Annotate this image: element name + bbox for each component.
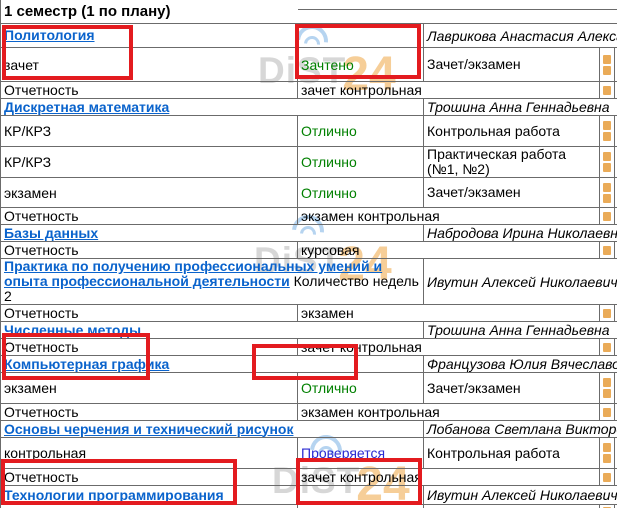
table-row: Политология Лаврикова Анастасия Алекса xyxy=(1,24,617,48)
clipped-text-fragment xyxy=(600,373,615,404)
report-value: экзамен контрольная xyxy=(298,208,600,225)
subject-link-discrete-math[interactable]: Дискретная математика xyxy=(4,99,169,115)
report-label: Отчетность xyxy=(1,208,298,225)
control-type: КР/КРЗ xyxy=(1,147,298,178)
table-row: контрольная Проверяется Контрольная рабо… xyxy=(1,438,617,469)
report-label: Отчетность xyxy=(1,404,298,421)
table-row: Технологии программирования Ивутин Алекс… xyxy=(1,486,617,505)
subject-link-drawing-basics[interactable]: Основы черчения и технический рисунок xyxy=(4,421,293,437)
grade-value: Проверяется xyxy=(298,438,424,469)
report-value: экзамен xyxy=(298,305,600,322)
subject-cell: Компьютерная графика xyxy=(1,356,424,373)
table-row: КР/КРЗ Отлично Практическая работа (№1, … xyxy=(1,147,617,178)
subject-link-computer-graphics[interactable]: Компьютерная графика xyxy=(4,356,169,372)
grade-value: Отлично xyxy=(298,178,424,208)
teacher-name: Французова Юлия Вячеславовн xyxy=(424,356,617,373)
report-label: Отчетность xyxy=(1,469,298,486)
grade-value: Отлично xyxy=(298,147,424,178)
teacher-name: Лаврикова Анастасия Алекса xyxy=(424,24,617,48)
work-type: Контрольная работа xyxy=(424,438,600,469)
report-value: зачет контрольная xyxy=(298,82,600,99)
control-type: зачет xyxy=(1,505,298,508)
clipped-text-fragment xyxy=(600,242,615,259)
control-type: экзамен xyxy=(1,373,298,404)
work-type: Зачет/экзамен xyxy=(424,373,600,404)
teacher-name: Трошина Анна Геннадьевна xyxy=(424,322,617,339)
clipped-text-fragment xyxy=(600,116,615,147)
table-row: Дискретная математика Трошина Анна Генна… xyxy=(1,99,617,116)
table-row: Основы черчения и технический рисунок Ло… xyxy=(1,421,617,438)
clipped-border-segment xyxy=(298,9,617,10)
subject-cell: Базы данных xyxy=(1,225,424,242)
clipped-text-fragment xyxy=(600,469,615,486)
clipped-text-fragment xyxy=(600,147,615,178)
table-row: Отчетность экзамен контрольная xyxy=(1,208,617,225)
report-label: Отчетность xyxy=(1,305,298,322)
table-row: экзамен Отлично Зачет/экзамен xyxy=(1,178,617,208)
subject-cell: Политология xyxy=(1,24,424,48)
clipped-text-fragment xyxy=(600,505,615,508)
semester-grades-table: Политология Лаврикова Анастасия Алекса з… xyxy=(0,23,617,508)
table-row: Отчетность курсовая xyxy=(1,242,617,259)
grade-value: Отлично xyxy=(298,116,424,147)
report-label: Отчетность xyxy=(1,82,298,99)
clipped-text-fragment xyxy=(600,48,615,82)
teacher-name: Набродова Ирина Николаевна xyxy=(424,225,617,242)
control-type: зачет xyxy=(1,48,298,82)
report-label: Отчетность xyxy=(1,242,298,259)
semester-grades-page: 1 семестр (1 по плану) DiST24 DiST24 DiS… xyxy=(0,0,617,508)
clipped-text-fragment xyxy=(600,82,615,99)
teacher-name: Ивутин Алексей Николаевич xyxy=(424,486,617,505)
work-type: Контрольная работа xyxy=(424,116,600,147)
report-value: экзамен контрольная xyxy=(298,404,600,421)
teacher-name: Ивутин Алексей Николаевич xyxy=(424,259,617,305)
report-value: курсовая xyxy=(298,242,600,259)
subject-cell: Технологии программирования xyxy=(1,486,424,505)
table-row: Компьютерная графика Французова Юлия Вяч… xyxy=(1,356,617,373)
subject-link-politology[interactable]: Политология xyxy=(4,27,95,43)
subject-cell: Основы черчения и технический рисунок xyxy=(1,421,424,438)
control-type: КР/КРЗ xyxy=(1,116,298,147)
table-row: Отчетность экзамен xyxy=(1,305,617,322)
grade-value: Отлично xyxy=(298,373,424,404)
work-type: Зачет xyxy=(424,505,600,508)
teacher-name: Трошина Анна Геннадьевна xyxy=(424,99,617,116)
subject-cell: Практика по получению профессиональных у… xyxy=(1,259,424,305)
table-row: Отчетность экзамен контрольная xyxy=(1,404,617,421)
table-row: Практика по получению профессиональных у… xyxy=(1,259,617,305)
grade-value: Зачтено xyxy=(298,48,424,82)
semester-title: 1 семестр (1 по плану) xyxy=(4,3,170,20)
control-type: экзамен xyxy=(1,178,298,208)
table-row: Отчетность зачет контрольная xyxy=(1,339,617,356)
clipped-text-fragment xyxy=(600,404,615,421)
report-value: зачет контрольная xyxy=(298,339,600,356)
table-row: Отчетность зачет контрольная xyxy=(1,82,617,99)
control-type: контрольная xyxy=(1,438,298,469)
subject-link-databases[interactable]: Базы данных xyxy=(4,225,98,241)
table-row: Отчетность зачет контрольная xyxy=(1,469,617,486)
subject-cell: Численные методы xyxy=(1,322,424,339)
clipped-text-fragment xyxy=(600,305,615,322)
table-row: зачет Зачтено Зачет xyxy=(1,505,617,508)
clipped-text-fragment xyxy=(600,339,615,356)
teacher-name: Лобанова Светлана Викторов xyxy=(424,421,617,438)
clipped-text-fragment xyxy=(600,438,615,469)
table-row: зачет Зачтено Зачет/экзамен xyxy=(1,48,617,82)
report-value: зачет контрольная xyxy=(298,469,600,486)
work-type: Практическая работа (№1, №2) xyxy=(424,147,600,178)
clipped-text-fragment xyxy=(600,178,615,208)
subject-link-programming-tech[interactable]: Технологии программирования xyxy=(4,487,224,503)
subject-cell: Дискретная математика xyxy=(1,99,424,116)
table-row: КР/КРЗ Отлично Контрольная работа xyxy=(1,116,617,147)
subject-link-numerical-methods[interactable]: Численные методы xyxy=(4,322,141,338)
table-row: Базы данных Набродова Ирина Николаевна xyxy=(1,225,617,242)
table-row: экзамен Отлично Зачет/экзамен xyxy=(1,373,617,404)
grade-value: Зачтено xyxy=(298,505,424,508)
work-type: Зачет/экзамен xyxy=(424,48,600,82)
table-row: Численные методы Трошина Анна Геннадьевн… xyxy=(1,322,617,339)
work-type: Зачет/экзамен xyxy=(424,178,600,208)
clipped-text-fragment xyxy=(600,208,615,225)
clipped-border-segment xyxy=(0,0,1,23)
report-label: Отчетность xyxy=(1,339,298,356)
